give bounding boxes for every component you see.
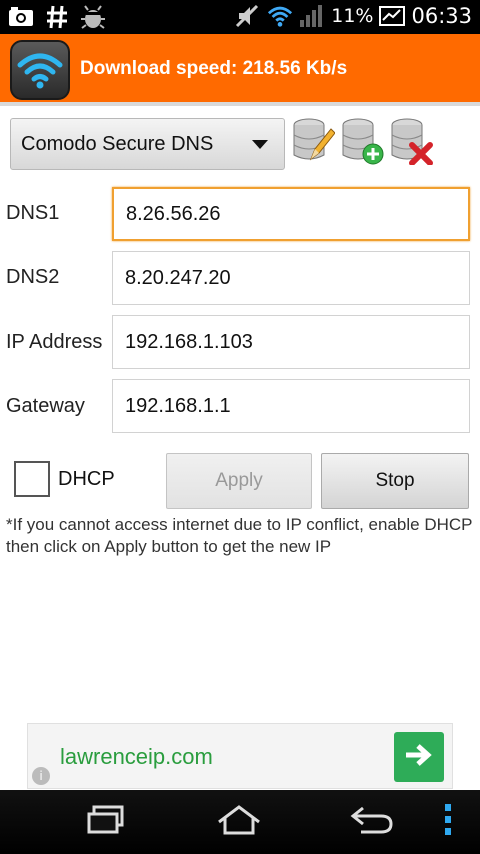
speed-banner: Download speed: 218.56 Kb/s [0, 34, 480, 106]
gateway-label: Gateway [6, 395, 85, 417]
add-database-icon [340, 117, 384, 169]
delete-profile-button[interactable] [388, 118, 434, 168]
arrow-right-icon [404, 743, 434, 771]
back-icon [349, 804, 395, 840]
mute-icon [235, 3, 261, 29]
dns1-label: DNS1 [6, 202, 60, 224]
ad-go-button[interactable] [394, 732, 444, 782]
android-debug-icon [80, 4, 106, 30]
screenshot-icon [8, 4, 34, 30]
add-profile-button[interactable] [339, 118, 385, 168]
dhcp-hint: *If you cannot access internet due to IP… [6, 515, 473, 556]
stop-button[interactable]: Stop [321, 453, 469, 509]
recent-apps-icon [85, 804, 127, 840]
home-button[interactable] [209, 800, 269, 844]
status-bar: 11% 06:33 [0, 0, 480, 34]
back-button[interactable] [342, 800, 402, 844]
ad-info-icon[interactable]: i [32, 767, 50, 785]
wifi-icon [267, 3, 293, 29]
signal-icon [299, 3, 325, 29]
chevron-down-icon [252, 140, 268, 149]
overflow-menu-icon [443, 803, 453, 841]
edit-profile-button[interactable] [290, 118, 336, 168]
ip-address-label: IP Address [6, 331, 103, 353]
wifi-icon[interactable] [10, 40, 70, 100]
battery-icon [379, 3, 406, 29]
recent-apps-button[interactable] [76, 800, 136, 844]
ad-banner[interactable]: lawrenceip.com i [27, 723, 453, 789]
dns1-input[interactable]: 8.26.56.26 [112, 187, 470, 241]
dhcp-checkbox[interactable] [14, 461, 50, 497]
navigation-bar [0, 790, 480, 854]
edit-database-icon [291, 117, 336, 169]
home-icon [215, 804, 263, 840]
download-speed: Download speed: 218.56 Kb/s [80, 58, 348, 79]
overflow-menu-button[interactable] [428, 800, 468, 844]
ad-link-text[interactable]: lawrenceip.com [60, 744, 213, 770]
delete-database-icon [389, 117, 433, 169]
dns2-label: DNS2 [6, 266, 60, 288]
battery-percent: 11% [331, 5, 374, 27]
gateway-input[interactable]: 192.168.1.1 [112, 379, 470, 433]
apply-button[interactable]: Apply [166, 453, 312, 509]
ip-address-input[interactable]: 192.168.1.103 [112, 315, 470, 369]
clock: 06:33 [411, 4, 472, 28]
dns2-input[interactable]: 8.20.247.20 [112, 251, 470, 305]
dns-profile-dropdown[interactable]: Comodo Secure DNS [10, 118, 285, 170]
hash-icon [44, 4, 70, 30]
dhcp-label: DHCP [58, 468, 115, 490]
dns-profile-selected: Comodo Secure DNS [21, 132, 214, 155]
